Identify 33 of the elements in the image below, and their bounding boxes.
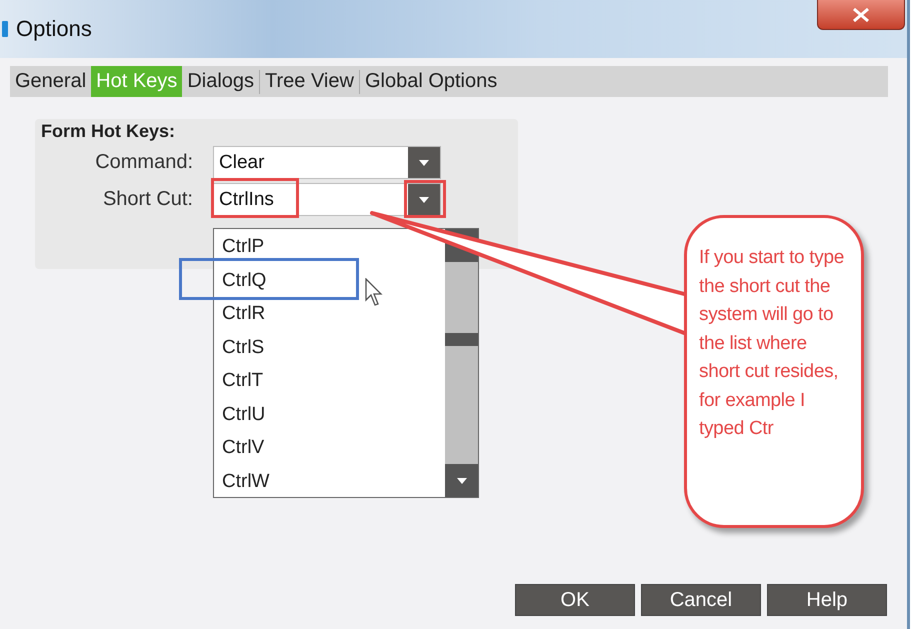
dialog-button[interactable]: OK xyxy=(515,584,635,616)
caret-icon xyxy=(456,478,466,484)
combo-value: Clear xyxy=(218,152,266,174)
list-item[interactable]: CtrlV xyxy=(214,433,445,466)
list-item[interactable]: CtrlT xyxy=(214,366,445,400)
list-item[interactable]: CtrlS xyxy=(214,332,445,366)
window-title: Options xyxy=(16,16,92,42)
dropdown-button[interactable] xyxy=(408,184,440,215)
scroll-button[interactable] xyxy=(445,464,478,497)
tab[interactable]: Global Options xyxy=(360,66,502,97)
group-title: Form Hot Keys: xyxy=(41,121,176,142)
close-icon xyxy=(852,8,870,22)
list-item[interactable]: CtrlW xyxy=(214,466,445,500)
tab[interactable]: General xyxy=(10,66,92,97)
dialog-button[interactable]: Cancel xyxy=(641,584,761,616)
scrollbar[interactable] xyxy=(445,229,478,497)
dialog-button[interactable]: Help xyxy=(767,584,887,616)
field-label: Short Cut: xyxy=(102,188,194,211)
combo-box[interactable]: CtrlIns xyxy=(213,183,441,216)
close-button[interactable] xyxy=(817,0,905,30)
app-icon xyxy=(2,21,8,37)
callout-text: If you start to type the short cut the system will go to the list where short cut resides, for example I typed Ctr xyxy=(699,246,846,441)
scroll-thumb[interactable] xyxy=(445,333,478,346)
dropdown-button[interactable] xyxy=(408,147,440,178)
tab[interactable]: Tree View xyxy=(260,66,359,97)
list-item[interactable]: CtrlU xyxy=(214,400,445,433)
caret-icon xyxy=(419,196,429,202)
field-label: Command: xyxy=(94,151,194,174)
list-item[interactable]: CtrlR xyxy=(214,299,445,332)
combo-box[interactable]: Clear xyxy=(213,146,441,179)
caret-icon xyxy=(419,160,429,166)
tab[interactable]: Dialogs xyxy=(182,66,260,97)
combo-value: CtrlIns xyxy=(218,188,275,210)
